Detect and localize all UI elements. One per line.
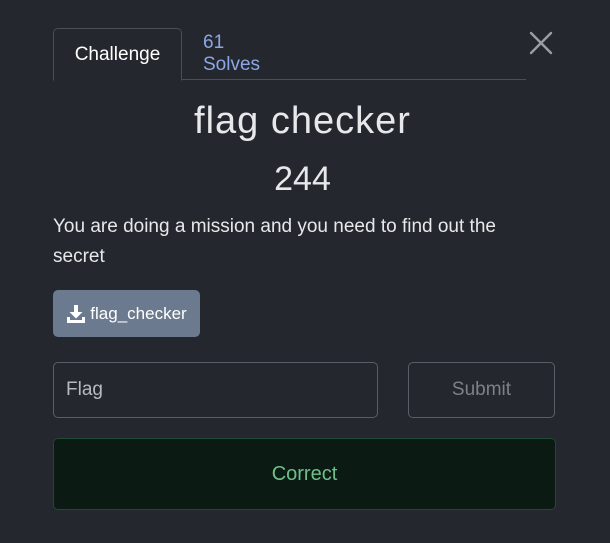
result-alert: Correct xyxy=(53,438,556,510)
close-button[interactable] xyxy=(528,30,554,56)
download-file-button[interactable]: flag_checker xyxy=(53,290,200,337)
submit-button[interactable]: Submit xyxy=(408,362,555,418)
flag-input[interactable] xyxy=(53,362,378,418)
tab-challenge[interactable]: Challenge xyxy=(53,28,182,81)
tab-challenge-label: Challenge xyxy=(74,43,161,65)
close-icon xyxy=(529,31,553,55)
result-message: Correct xyxy=(271,462,338,485)
download-file-label: flag_checker xyxy=(90,303,187,323)
challenge-modal: Challenge 61 Solves flag checker 244 You… xyxy=(0,0,610,543)
challenge-description: You are doing a mission and you need to … xyxy=(53,216,496,267)
submit-button-label: Submit xyxy=(451,379,512,400)
challenge-points: 244 xyxy=(274,160,331,198)
tab-bar: Challenge 61 Solves xyxy=(53,28,526,81)
tab-solves[interactable]: 61 Solves xyxy=(203,28,286,80)
challenge-title: flag checker xyxy=(194,100,411,142)
tab-solves-label: 61 Solves xyxy=(203,32,261,75)
download-icon xyxy=(66,304,86,324)
